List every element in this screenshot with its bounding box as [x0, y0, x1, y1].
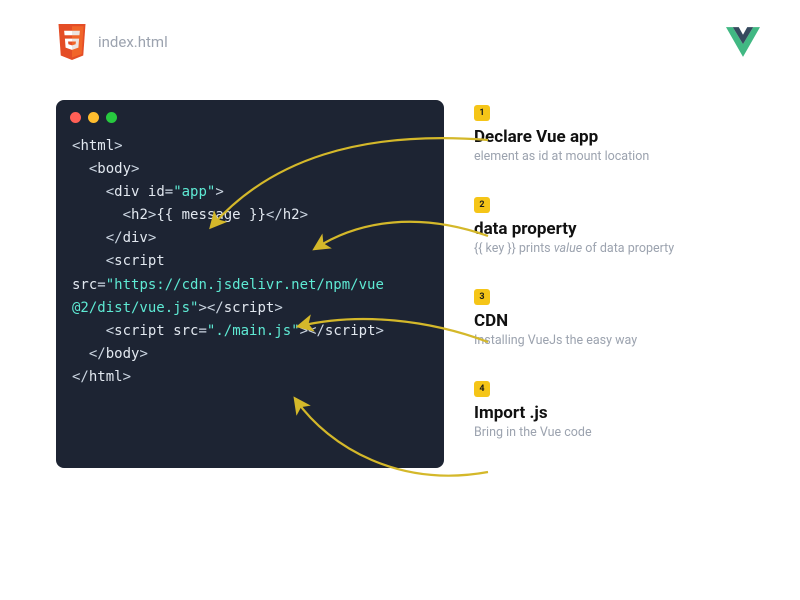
close-dot-icon	[70, 112, 81, 123]
annotation-1: 1 Declare Vue app element as id at mount l…	[474, 100, 760, 164]
html5-icon	[56, 24, 88, 60]
maximize-dot-icon	[106, 112, 117, 123]
annotation-badge: 2	[474, 197, 490, 213]
vue-icon	[726, 27, 760, 57]
annotations-list: 1 Declare Vue app element as id at mount l…	[474, 100, 760, 468]
annotation-title: Import .js	[474, 403, 760, 423]
annotation-2: 2 data property {{ key }} prints value of …	[474, 192, 760, 256]
main-content: <html> <body> <div id="app"> <h2>{{ mess…	[0, 60, 800, 468]
annotation-badge: 1	[474, 105, 490, 121]
annotation-badge: 4	[474, 381, 490, 397]
annotation-title: CDN	[474, 311, 760, 331]
annotation-3: 3 CDN Installing VueJs the easy way	[474, 284, 760, 348]
filename-label: index.html	[98, 33, 168, 51]
minimize-dot-icon	[88, 112, 99, 123]
annotation-subtitle: element as id at mount location	[474, 149, 760, 164]
annotation-badge: 3	[474, 289, 490, 305]
code-window: <html> <body> <div id="app"> <h2>{{ mess…	[56, 100, 444, 468]
annotation-4: 4 Import .js Bring in the Vue code	[474, 376, 760, 440]
header-left: index.html	[56, 24, 168, 60]
code-body: <html> <body> <div id="app"> <h2>{{ mess…	[56, 129, 444, 409]
annotation-subtitle: Bring in the Vue code	[474, 425, 760, 440]
annotation-subtitle: Installing VueJs the easy way	[474, 333, 760, 348]
window-controls	[56, 100, 444, 129]
annotation-subtitle: {{ key }} prints value of data property	[474, 241, 760, 256]
header: index.html	[0, 0, 800, 60]
annotation-title: Declare Vue app	[474, 127, 760, 147]
annotation-title: data property	[474, 219, 760, 239]
